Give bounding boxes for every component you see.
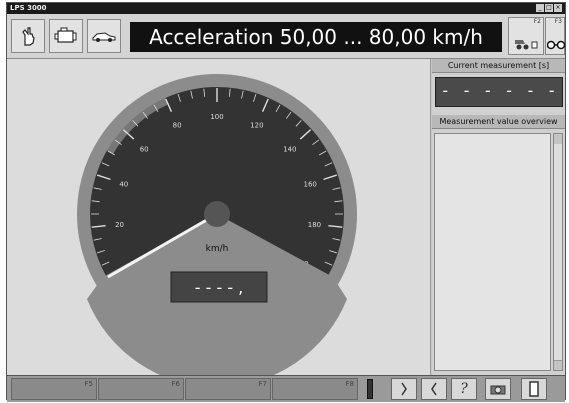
f6-button[interactable]: F6 — [98, 378, 184, 400]
speed-readout: - - - - , — [195, 278, 244, 297]
f2-button[interactable]: F2 — [508, 17, 544, 55]
f7-button[interactable]: F7 — [185, 378, 271, 400]
f3-label: F3 — [554, 18, 562, 25]
help-button[interactable]: ? — [451, 378, 477, 400]
speedometer: 020406080100120140160180200 km/h - - - -… — [77, 74, 357, 388]
gauge-tick-label: 60 — [140, 145, 149, 153]
close-button[interactable]: × — [554, 4, 562, 12]
engine-icon — [54, 27, 77, 43]
window-title: LPS 3000 — [10, 4, 47, 12]
f8-button[interactable]: F8 — [272, 378, 358, 400]
needle-hub — [204, 201, 230, 227]
gauge-tick-label: 140 — [283, 145, 296, 153]
arrow-down-button[interactable] — [421, 378, 447, 400]
f6-label: F6 — [171, 380, 180, 388]
title-bar: LPS 3000 _ □ × — [7, 3, 565, 14]
exit-icon — [529, 381, 539, 397]
tools-button[interactable] — [485, 378, 511, 400]
measurement-overview-list[interactable] — [434, 133, 551, 371]
maximize-button[interactable]: □ — [545, 4, 553, 12]
gauge-tick-label: 180 — [308, 221, 321, 229]
gauge-tick-label: 160 — [304, 181, 317, 189]
f5-button[interactable]: F5 — [11, 378, 97, 400]
gauge-tick-label: 120 — [250, 121, 263, 129]
roller-icon — [515, 40, 538, 50]
arrow-up-icon — [401, 382, 407, 396]
gauge-tick-label: 100 — [210, 113, 223, 121]
exit-button[interactable] — [521, 378, 547, 400]
minimize-button[interactable]: _ — [536, 4, 544, 12]
f7-label: F7 — [258, 380, 267, 388]
overview-scrollbar[interactable] — [553, 133, 563, 371]
f5-label: F5 — [84, 380, 93, 388]
car-button[interactable] — [87, 19, 121, 53]
window-controls: _ □ × — [536, 4, 562, 12]
gauge-tick-label: 80 — [173, 121, 182, 129]
gauge-tick-label: 20 — [115, 221, 124, 229]
toolbar: Acceleration 50,00 ... 80,00 km/h F2 F3 — [7, 14, 565, 59]
hand-icon — [22, 27, 35, 46]
f3-button[interactable]: F3 — [545, 17, 565, 55]
f2-label: F2 — [533, 18, 541, 25]
main-window: LPS 3000 _ □ × Acceleration 50,00 ... 80… — [6, 2, 566, 402]
wheels-icon — [547, 40, 565, 50]
scrollbar-thumb[interactable] — [554, 144, 562, 361]
gauge-tick-label: 40 — [119, 181, 128, 189]
arrow-up-button[interactable] — [391, 378, 417, 400]
f8-label: F8 — [345, 380, 354, 388]
separator — [367, 379, 373, 399]
hand-button[interactable] — [11, 19, 45, 53]
car-icon — [92, 32, 116, 42]
tools-icon — [490, 385, 506, 395]
arrow-down-icon — [431, 382, 437, 396]
function-bar: F5 F6 F7 F8 ? — [7, 375, 565, 402]
gauge-unit: km/h — [206, 244, 229, 254]
current-measurement-display: - - - - - - , — [435, 77, 563, 126]
overview-title: Measurement value overview — [432, 115, 565, 129]
right-panel: Current measurement [s] - - - - - - , Me… — [432, 59, 565, 375]
gauge-area: 020406080100120140160180200 km/h - - - -… — [7, 59, 431, 388]
engine-button[interactable] — [49, 19, 83, 53]
measurement-banner: Acceleration 50,00 ... 80,00 km/h — [130, 22, 502, 52]
help-icon: ? — [460, 381, 468, 397]
current-measurement-title: Current measurement [s] — [432, 59, 565, 73]
